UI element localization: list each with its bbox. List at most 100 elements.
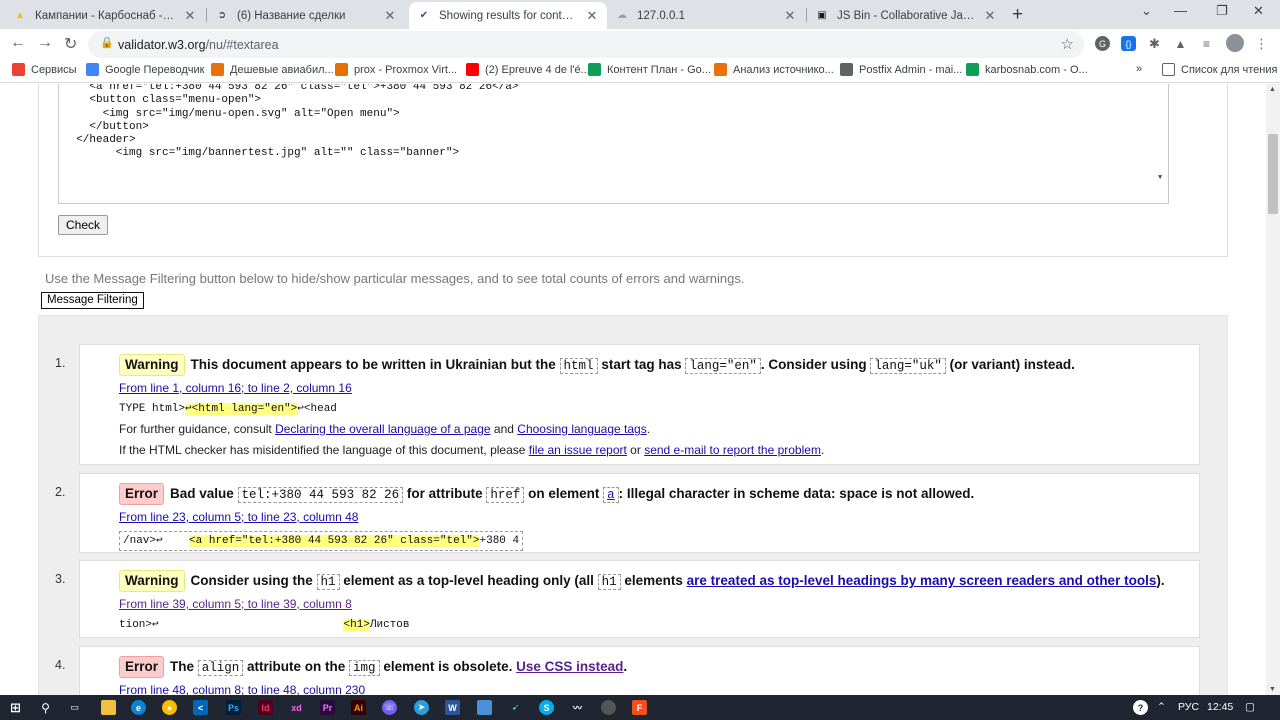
premiere-icon[interactable]: Pr — [320, 700, 335, 715]
page-scrollbar[interactable]: ▲ ▼ — [1266, 84, 1280, 695]
report-link[interactable]: file an issue report — [529, 443, 627, 457]
new-tab-plus-icon[interactable]: + — [1012, 4, 1023, 26]
bookmark-item[interactable]: Анализ источнико... — [714, 63, 834, 76]
viber-icon[interactable]: ☏ — [382, 700, 397, 715]
extract-highlight: ↩<html lang="en"> — [185, 403, 298, 415]
file-explorer-icon[interactable] — [101, 700, 116, 715]
address-bar[interactable]: 🔒 validator.w3.org/nu/#textarea ☆ — [88, 31, 1084, 58]
guidance-link[interactable]: Declaring the overall language of a page — [275, 422, 490, 436]
figma-icon[interactable]: F — [632, 700, 647, 715]
app-wave-icon[interactable]: 〰 — [570, 700, 585, 715]
adobe-xd-icon[interactable]: xd — [289, 700, 304, 715]
bookmark-star-icon[interactable]: ☆ — [1061, 35, 1074, 53]
task-view-icon[interactable]: ▭ — [67, 700, 82, 715]
help-icon[interactable]: ? — [1133, 700, 1148, 715]
tab-close-icon[interactable]: ✕ — [783, 8, 797, 24]
maximize-icon[interactable]: ❐ — [1216, 3, 1228, 19]
reading-lab-icon[interactable]: ▲ — [1173, 36, 1188, 51]
tab-close-icon[interactable]: ✕ — [983, 8, 997, 24]
illustrator-icon[interactable]: Ai — [351, 700, 366, 715]
vscode-icon[interactable]: < — [193, 700, 208, 715]
message-item: Error The align attribute on the img elem… — [79, 646, 1200, 695]
message-text: (or variant) instead. — [945, 357, 1075, 372]
bookmark-item[interactable]: Дешевые авиабил... — [211, 63, 334, 76]
indesign-icon[interactable]: Id — [258, 700, 273, 715]
search-icon[interactable]: ⚲ — [38, 700, 53, 715]
message-text: This document appears to be written in U… — [190, 357, 560, 372]
notifications-icon[interactable]: ▢ — [1245, 701, 1255, 713]
reload-icon[interactable]: ↻ — [64, 34, 77, 54]
windows-start-icon[interactable]: ⊞ — [8, 700, 23, 715]
bookmark-label: Анализ источнико... — [733, 63, 834, 76]
app-icon[interactable] — [477, 700, 492, 715]
profile-avatar[interactable] — [1226, 34, 1244, 52]
tab-5[interactable]: ▣ JS Bin - Collaborative JavaScript D ✕ — [807, 2, 1005, 29]
message-text: : Illegal character in scheme data: spac… — [618, 486, 975, 501]
jsbin-icon: ▣ — [817, 10, 827, 21]
skype-icon[interactable]: S — [539, 700, 554, 715]
menu-kebab-icon[interactable]: ⋮ — [1254, 36, 1269, 51]
app-globe-icon[interactable] — [601, 700, 616, 715]
minimize-icon[interactable]: — — [1174, 3, 1187, 18]
scrollbar-thumb[interactable] — [1268, 134, 1278, 214]
reference-link[interactable]: are treated as top-level headings by man… — [687, 573, 1157, 588]
close-window-icon[interactable]: ✕ — [1253, 3, 1264, 19]
message-heading: Warning Consider using the h1 element as … — [119, 570, 1199, 592]
location-link[interactable]: From line 39, column 5; to line 39, colu… — [119, 597, 1199, 612]
location-link[interactable]: From line 23, column 5; to line 23, colu… — [119, 510, 1199, 525]
telegram-icon[interactable]: ➤ — [414, 700, 429, 715]
bookmark-item[interactable]: karbosnab.com - О... — [966, 63, 1088, 76]
app-arrow-icon[interactable]: ➹ — [508, 700, 523, 715]
language-indicator[interactable]: РУС — [1178, 701, 1199, 713]
message-text: element is obsolete. — [379, 659, 517, 674]
media-controls-icon[interactable]: ≡ — [1199, 36, 1214, 51]
reading-list-button[interactable]: Список для чтения — [1162, 63, 1277, 76]
check-button[interactable]: Check — [58, 215, 109, 235]
tab-close-icon[interactable]: ✕ — [383, 8, 397, 24]
message-filtering-button[interactable]: Message Filtering — [41, 292, 144, 309]
bookmark-item[interactable]: Postfix Admin - mai... — [840, 63, 962, 76]
extension-grammarly-icon[interactable]: G — [1095, 36, 1110, 51]
tab-search-icon[interactable]: ⌄ — [1141, 3, 1152, 19]
tab-title: Кампании - Карбоснаб - Google — [35, 9, 177, 22]
report-link[interactable]: send e-mail to report the problem — [644, 443, 821, 457]
tab-close-icon[interactable]: ✕ — [585, 8, 599, 24]
guidance-link[interactable]: Choosing language tags — [517, 422, 646, 436]
tab-3[interactable]: ✔ Showing results for contents of t ✕ — [409, 2, 607, 29]
chrome-icon[interactable]: ● — [162, 700, 177, 715]
code-line: <a href="tel:+380 44 593 82 26" class="t… — [63, 84, 519, 93]
location-link[interactable]: From line 48, column 8; to line 48, colu… — [119, 683, 1199, 695]
textarea-scrollbar[interactable]: ▼ — [1155, 84, 1168, 203]
google-sheets-icon — [966, 63, 979, 76]
bookmark-item[interactable]: Контент План - Go... — [588, 63, 711, 76]
location-link[interactable]: From line 1, column 16; to line 2, colum… — [119, 381, 1199, 396]
scroll-down-icon[interactable]: ▼ — [1269, 686, 1276, 693]
bookmarks-bar: Сервисы Google Переводчик Дешевые авиабил.… — [0, 59, 1280, 83]
source-textarea[interactable]: <a href="tel:+380 44 593 82 26" class="t… — [58, 84, 1169, 204]
clock[interactable]: 12:45 — [1207, 701, 1233, 713]
bookmarks-overflow-icon[interactable]: » — [1136, 63, 1142, 75]
scroll-up-icon[interactable]: ▲ — [1269, 86, 1276, 93]
bookmark-item[interactable]: Сервисы — [12, 63, 77, 76]
tab-1[interactable]: ▲ Кампании - Карбоснаб - Google ✕ — [5, 2, 205, 29]
message-text: attribute on the — [243, 659, 350, 674]
tab-4[interactable]: ☁ 127.0.0.1 ✕ — [607, 2, 805, 29]
bookmark-item[interactable]: (2) Epreuve 4 de l'é... — [466, 63, 590, 76]
arrow-circle-icon: ➲ — [217, 10, 227, 21]
tray-chevron-icon[interactable]: ⌃ — [1157, 701, 1166, 713]
extract-text: tion>↩ — [119, 619, 344, 631]
word-icon[interactable]: W — [445, 700, 460, 715]
code-snippet[interactable]: a — [603, 487, 619, 503]
back-arrow-icon[interactable]: ← — [10, 34, 26, 52]
edge-icon[interactable]: e — [131, 700, 146, 715]
photoshop-icon[interactable]: Ps — [226, 700, 241, 715]
tab-2[interactable]: ➲ (6) Название сделки ✕ — [207, 2, 405, 29]
reference-link[interactable]: Use CSS instead — [516, 659, 623, 674]
extract-highlight: <h1> — [343, 619, 370, 631]
extension-blue-icon[interactable]: {} — [1121, 36, 1136, 51]
bookmark-item[interactable]: prox - Proxmox Virt... — [335, 63, 457, 76]
tab-close-icon[interactable]: ✕ — [183, 8, 197, 24]
bookmark-item[interactable]: Google Переводчик — [86, 63, 205, 76]
extensions-puzzle-icon[interactable]: ✱ — [1147, 36, 1162, 51]
forward-arrow-icon[interactable]: → — [37, 34, 53, 52]
